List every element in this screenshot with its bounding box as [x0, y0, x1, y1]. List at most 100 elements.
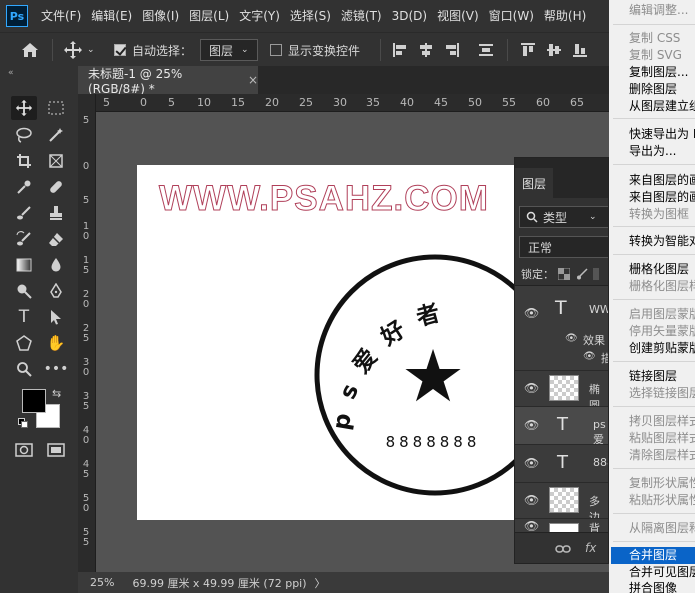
menu-item-convert-to-smart-object[interactable]: 转换为智能对象: [629, 233, 695, 249]
menu-item-edit-adjustment[interactable]: 编辑调整...: [629, 2, 688, 18]
menu-layer[interactable]: 图层(L): [184, 0, 234, 32]
menu-edit[interactable]: 编辑(E): [86, 0, 137, 32]
menu-3d[interactable]: 3D(D): [387, 0, 432, 32]
status-menu-arrow-icon[interactable]: 〉: [315, 575, 326, 591]
move-tool[interactable]: [11, 96, 37, 120]
move-tool-preset[interactable]: ⌄: [63, 33, 95, 67]
healing-brush-tool[interactable]: [43, 175, 69, 199]
layer-row[interactable]: 👁 背: [515, 518, 608, 532]
layer-row[interactable]: 👁 多边: [515, 482, 608, 524]
align-hcenter-button[interactable]: [418, 33, 434, 67]
menu-item-paste-layer-style[interactable]: 粘贴图层样式: [629, 430, 695, 446]
menu-item-create-clipping-mask[interactable]: 创建剪贴蒙版: [629, 340, 695, 356]
menu-type[interactable]: 文字(Y): [234, 0, 285, 32]
menu-item-copy-svg[interactable]: 复制 SVG: [629, 47, 682, 63]
auto-select-target-dropdown[interactable]: 图层 ⌄: [200, 39, 258, 61]
layer-row[interactable]: 👁 T WW 👁 效果 👁 描: [515, 286, 608, 370]
auto-select-option[interactable]: 自动选择：: [114, 33, 192, 67]
history-brush-tool[interactable]: [11, 227, 37, 251]
menu-item-quick-export[interactable]: 快速导出为 PNG: [629, 126, 695, 142]
more-tools-button[interactable]: •••: [43, 357, 69, 381]
menu-view[interactable]: 视图(V): [432, 0, 484, 32]
frame-tool[interactable]: [43, 149, 69, 173]
marquee-tool[interactable]: [43, 96, 69, 120]
menu-item-export-as[interactable]: 导出为...: [629, 143, 676, 159]
menu-item-merge-visible[interactable]: 合并可见图层: [629, 564, 695, 580]
collapse-toolbar-icon[interactable]: «: [8, 68, 14, 78]
magic-wand-tool[interactable]: [43, 123, 69, 147]
brush-tool[interactable]: [11, 201, 37, 225]
auto-select-checkbox[interactable]: [114, 44, 126, 56]
menu-file[interactable]: 文件(F): [36, 0, 86, 32]
menu-help[interactable]: 帮助(H): [539, 0, 591, 32]
fx-icon[interactable]: fx: [585, 541, 596, 555]
menu-item-convert-to-frame[interactable]: 转换为图框: [629, 206, 689, 222]
pen-tool[interactable]: [43, 279, 69, 303]
foreground-color-swatch[interactable]: [22, 389, 46, 413]
quick-mask-button[interactable]: [11, 438, 37, 462]
lock-more[interactable]: [593, 268, 599, 280]
document-tab[interactable]: 未标题-1 @ 25%(RGB/8#) * ×: [78, 66, 258, 96]
show-transform-checkbox[interactable]: [270, 44, 282, 56]
align-vcenter-button[interactable]: [546, 33, 562, 67]
layer-row[interactable]: 👁 椭圆: [515, 370, 608, 412]
menu-item-delete-layer[interactable]: 删除图层: [629, 81, 677, 97]
menu-item-enable-layer-mask[interactable]: 启用图层蒙版: [629, 306, 695, 322]
document-canvas[interactable]: WWW.PSAHZ.COM ps爱好者专 ★ 8888888: [119, 144, 556, 520]
show-transform-option[interactable]: 显示变换控件: [270, 33, 360, 67]
horizontal-ruler[interactable]: 5 0 5 10 15 20 25 30 35 40 45 50 55 60 6…: [96, 94, 609, 112]
eye-icon[interactable]: 👁: [524, 493, 539, 507]
type-tool[interactable]: T: [11, 305, 37, 329]
dodge-tool[interactable]: [11, 279, 37, 303]
menu-item-copy-layer-style[interactable]: 拷贝图层样式: [629, 413, 695, 429]
eye-icon[interactable]: 👁: [524, 381, 539, 395]
gradient-tool[interactable]: [11, 253, 37, 277]
layer-row-selected[interactable]: 👁 T ps爱: [515, 406, 608, 446]
crop-tool[interactable]: [11, 149, 37, 173]
lock-pixels-brush-icon[interactable]: [576, 268, 588, 280]
align-bottom-button[interactable]: [572, 33, 588, 67]
hand-tool[interactable]: ✋: [43, 331, 69, 355]
menu-item-select-linked-layers[interactable]: 选择链接图层: [629, 385, 695, 401]
lasso-tool[interactable]: [11, 123, 37, 147]
menu-item-copy-css[interactable]: 复制 CSS: [629, 30, 680, 46]
blur-tool[interactable]: [43, 253, 69, 277]
link-icon[interactable]: [555, 544, 571, 554]
menu-image[interactable]: 图像(I): [137, 0, 184, 32]
eye-icon[interactable]: 👁: [524, 306, 539, 320]
clone-stamp-tool[interactable]: [43, 201, 69, 225]
distribute-button[interactable]: [478, 33, 494, 67]
menu-item-copy-shape-attributes[interactable]: 复制形状属性: [629, 475, 695, 491]
default-colors-icon[interactable]: [18, 418, 28, 428]
menu-item-release-from-isolation[interactable]: 从隔离图层释放: [629, 520, 695, 536]
blend-mode-dropdown[interactable]: 正常: [519, 236, 608, 258]
tab-layers[interactable]: 图层: [515, 168, 553, 198]
home-button[interactable]: [20, 33, 40, 67]
menu-filter[interactable]: 滤镜(T): [336, 0, 387, 32]
menu-item-merge-layers[interactable]: 合并图层: [629, 547, 677, 563]
layer-row[interactable]: 👁 T 888: [515, 444, 608, 482]
eye-icon[interactable]: 👁: [565, 333, 578, 344]
menu-item-group-from-layers[interactable]: 从图层建立组...: [629, 98, 695, 114]
menu-item-rasterize-layer-style[interactable]: 栅格化图层样式: [629, 278, 695, 294]
eyedropper-tool[interactable]: [11, 175, 37, 199]
layer-filter-dropdown[interactable]: 类型 ⌄: [519, 206, 608, 228]
swap-colors-icon[interactable]: ⇆: [52, 387, 61, 400]
menu-item-artboard-from-layers[interactable]: 来自图层的画板...: [629, 172, 695, 188]
eye-icon[interactable]: 👁: [524, 418, 539, 432]
align-top-button[interactable]: [520, 33, 536, 67]
eye-icon[interactable]: 👁: [524, 456, 539, 470]
zoom-tool[interactable]: [11, 357, 37, 381]
menu-item-link-layers[interactable]: 链接图层: [629, 368, 677, 384]
menu-select[interactable]: 选择(S): [285, 0, 336, 32]
shape-tool[interactable]: [11, 331, 37, 355]
menu-item-clear-layer-style[interactable]: 清除图层样式: [629, 447, 695, 463]
menu-item-paste-shape-attributes[interactable]: 粘贴形状属性: [629, 492, 695, 508]
eraser-tool[interactable]: [43, 227, 69, 251]
menu-window[interactable]: 窗口(W): [484, 0, 539, 32]
eye-icon[interactable]: 👁: [524, 519, 539, 532]
vertical-ruler[interactable]: 5 0 5 1 0 1 5 2 0 2 5 3 0 3 5 4 0 4 5 5 …: [78, 94, 96, 572]
path-selection-tool[interactable]: [43, 305, 69, 329]
eye-icon[interactable]: 👁: [583, 351, 596, 362]
menu-item-rasterize-layer[interactable]: 栅格化图层: [629, 261, 689, 277]
